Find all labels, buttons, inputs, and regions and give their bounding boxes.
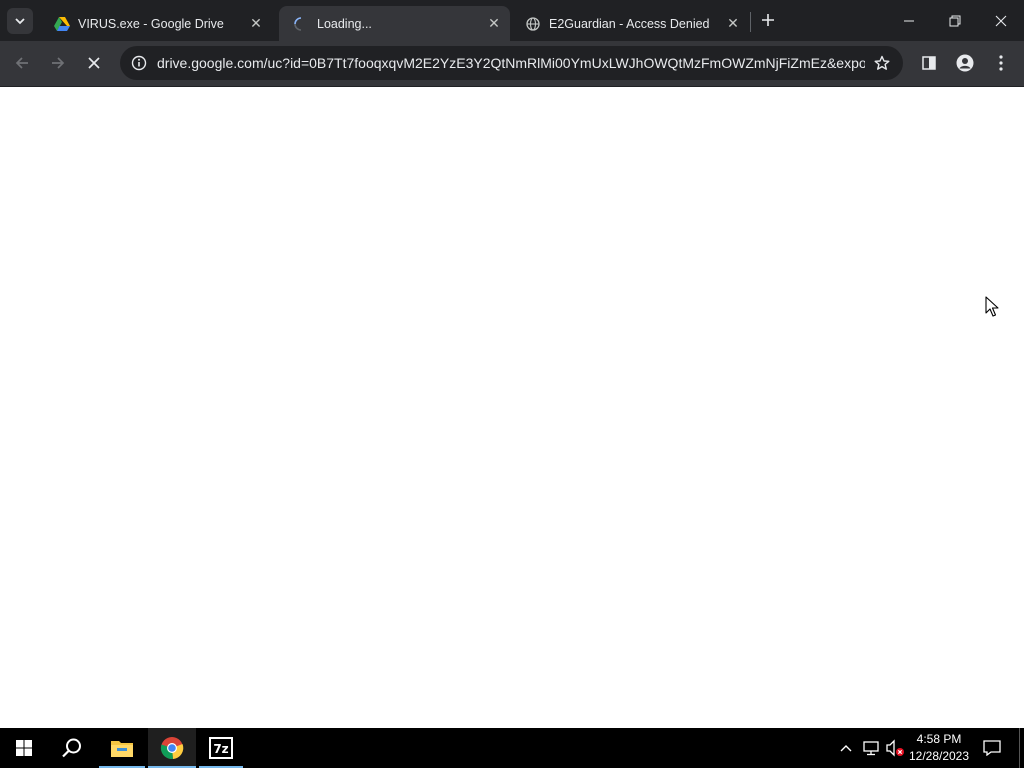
google-drive-icon (54, 16, 70, 32)
windows-logo-icon (16, 740, 32, 756)
clock-date: 12/28/2023 (908, 749, 970, 763)
address-bar[interactable]: drive.google.com/uc?id=0B7Tt7fooqxqvM2E2… (120, 46, 903, 80)
notifications-icon (983, 740, 1001, 756)
stop-x-icon (88, 57, 100, 69)
browser-toolbar: drive.google.com/uc?id=0B7Tt7fooqxqvM2E2… (0, 41, 1024, 87)
action-center-button[interactable] (978, 728, 1006, 768)
arrow-right-icon (52, 57, 65, 69)
7zip-icon: 7z (209, 737, 233, 759)
arrow-left-icon (15, 57, 28, 69)
restore-icon (949, 15, 961, 26)
tab-google-drive[interactable]: VIRUS.exe - Google Drive ✕ (40, 6, 272, 41)
tab-title: VIRUS.exe - Google Drive (78, 16, 224, 31)
url-text[interactable]: drive.google.com/uc?id=0B7Tt7fooqxqvM2E2… (156, 55, 865, 71)
side-panel-icon (922, 56, 936, 70)
network-icon (863, 741, 879, 756)
chrome-taskbar-button[interactable] (148, 728, 196, 768)
close-tab-icon[interactable]: ✕ (723, 14, 743, 34)
chevron-up-icon (840, 745, 852, 752)
page-content[interactable] (0, 87, 1024, 728)
folder-icon (111, 741, 133, 757)
tab-search-button[interactable] (7, 8, 33, 34)
start-button[interactable] (0, 728, 48, 768)
loading-spinner-icon (293, 16, 309, 32)
bookmark-star-icon[interactable] (865, 46, 899, 80)
site-info-icon[interactable] (122, 46, 156, 80)
network-status-button[interactable] (860, 728, 882, 768)
profile-avatar-icon (956, 54, 974, 72)
close-tab-icon[interactable]: ✕ (484, 14, 504, 34)
system-clock[interactable]: 4:58 PM 12/28/2023 (902, 731, 976, 765)
chevron-down-icon (15, 18, 25, 25)
tab-loading[interactable]: Loading... ✕ (279, 6, 510, 41)
chrome-menu-button[interactable] (986, 48, 1016, 78)
back-button[interactable] (7, 48, 37, 78)
close-icon (995, 15, 1007, 26)
close-tab-icon[interactable]: ✕ (246, 14, 266, 34)
search-icon (62, 738, 81, 758)
stop-loading-button[interactable] (79, 48, 109, 78)
windows-taskbar: 7z 4:58 PM 12/28/2023 (0, 728, 1024, 768)
plus-icon (762, 14, 774, 26)
globe-icon (525, 16, 541, 32)
clock-time: 4:58 PM (916, 732, 962, 746)
tab-title: E2Guardian - Access Denied (549, 16, 710, 31)
new-tab-button[interactable] (756, 8, 780, 32)
file-explorer-taskbar-button[interactable] (99, 728, 145, 768)
screen: VIRUS.exe - Google Drive ✕ Loading... ✕ … (0, 0, 1024, 768)
svg-text:7z: 7z (213, 742, 228, 756)
tab-strip: VIRUS.exe - Google Drive ✕ Loading... ✕ … (0, 0, 1024, 41)
show-hidden-icons-button[interactable] (836, 728, 856, 768)
profile-button[interactable] (950, 48, 980, 78)
forward-button[interactable] (43, 48, 73, 78)
7zip-taskbar-button[interactable]: 7z (199, 728, 243, 768)
side-panel-button[interactable] (914, 48, 944, 78)
minimize-button[interactable] (886, 0, 932, 41)
vertical-dots-icon (999, 55, 1003, 71)
show-desktop-divider[interactable] (1019, 728, 1020, 768)
minimize-icon (904, 20, 914, 21)
restore-button[interactable] (932, 0, 978, 41)
tab-divider (750, 12, 751, 32)
google-chrome-icon (160, 737, 184, 760)
search-button[interactable] (48, 728, 96, 768)
close-window-button[interactable] (978, 0, 1024, 41)
mouse-cursor-icon (985, 296, 999, 323)
tab-e2guardian[interactable]: E2Guardian - Access Denied ✕ (511, 6, 749, 41)
tab-title: Loading... (317, 16, 372, 31)
